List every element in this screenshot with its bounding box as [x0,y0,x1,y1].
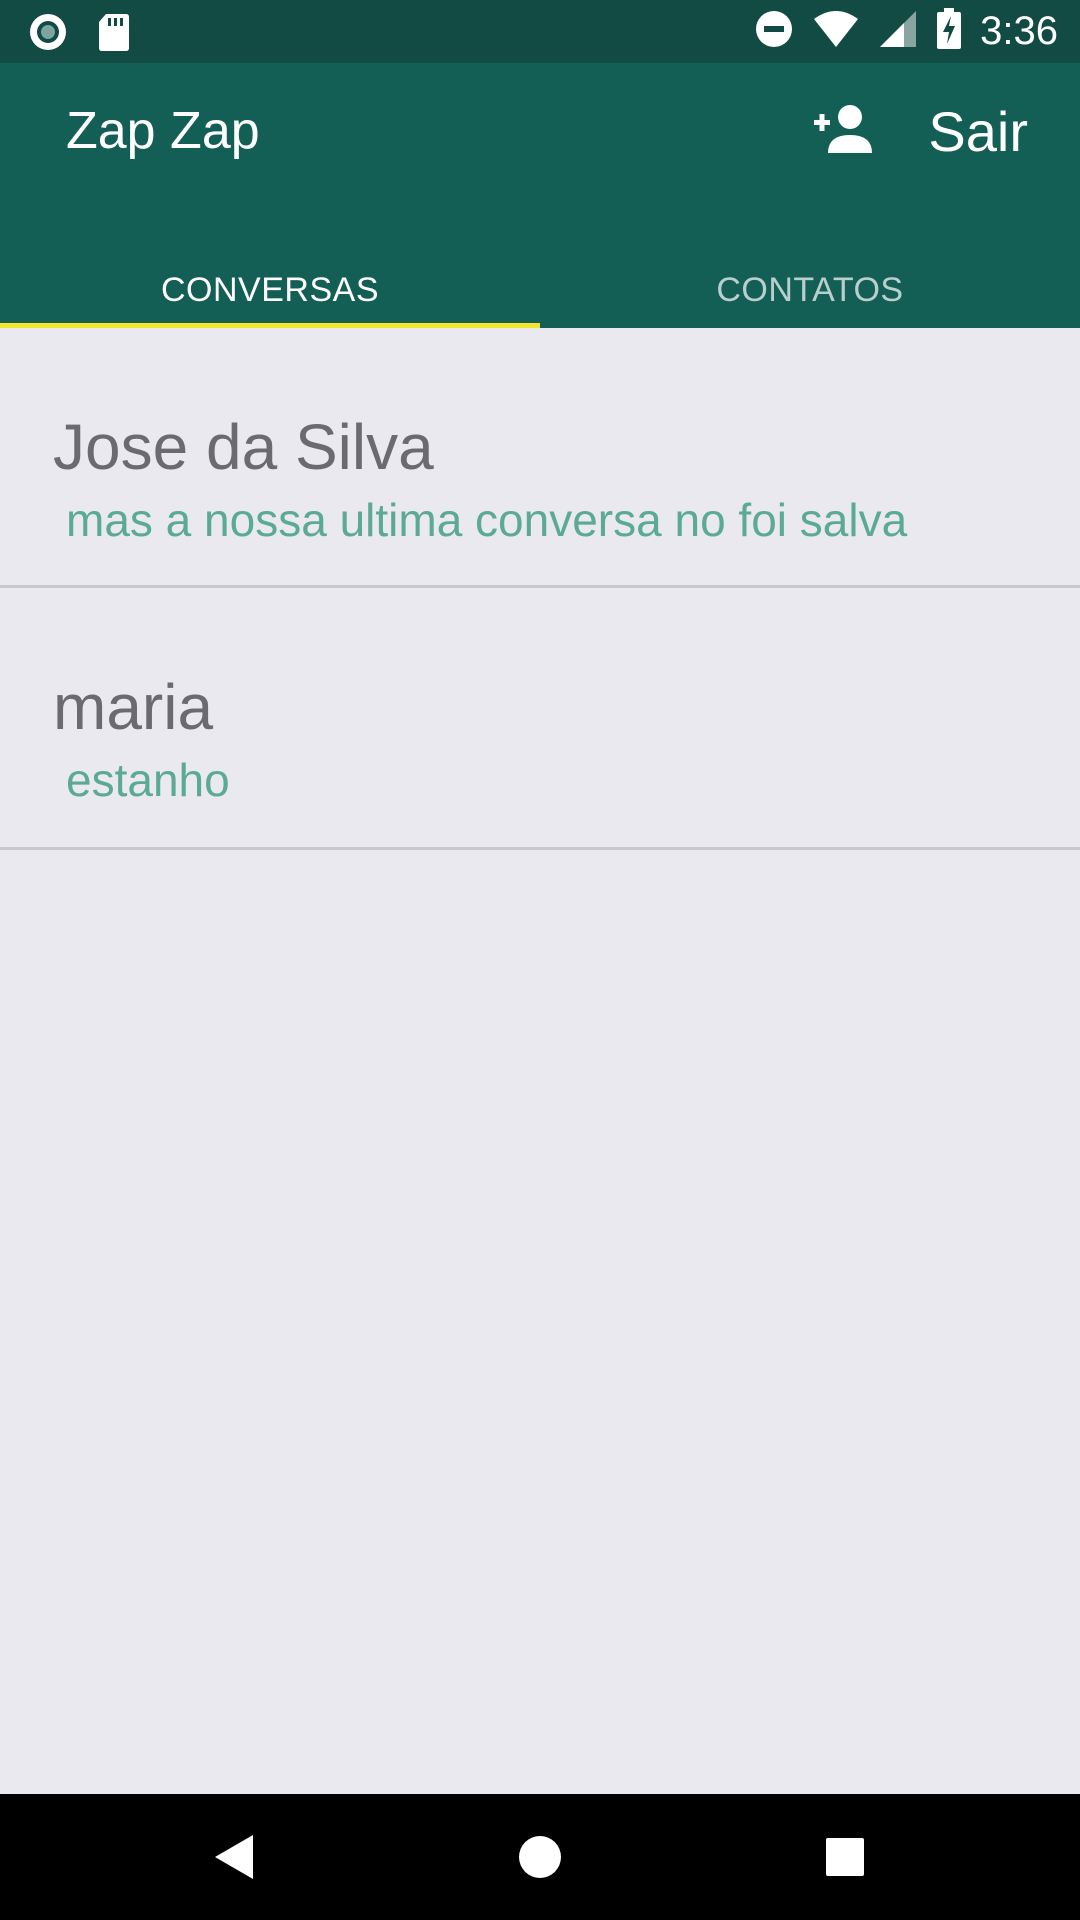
recents-icon[interactable] [805,1794,885,1920]
list-item[interactable]: Jose da Silva mas a nossa ultima convers… [0,328,1080,588]
battery-charging-icon [936,8,962,55]
clock: 3:36 [980,9,1058,53]
home-icon[interactable] [500,1794,580,1920]
tab-bar: CONVERSAS CONTATOS [0,263,1080,328]
last-message: estanho [66,754,230,806]
status-bar: 3:36 [0,0,1080,63]
sair-button[interactable]: Sair [928,99,1028,164]
tab-contatos[interactable]: CONTATOS [540,263,1080,328]
record-icon [28,12,68,57]
contact-name: maria [53,671,214,743]
conversation-list: Jose da Silva mas a nossa ultima convers… [0,328,1080,850]
person-add-icon[interactable] [812,103,874,160]
sd-card-icon [98,12,130,57]
wifi-icon [812,9,860,54]
app-bar: Zap Zap Sair CONVERSAS CONTATOS [0,63,1080,328]
tab-conversas[interactable]: CONVERSAS [0,263,540,328]
list-item[interactable]: maria estanho [0,588,1080,850]
navigation-bar [0,1794,1080,1920]
last-message: mas a nossa ultima conversa no foi salva [66,494,908,546]
app-title: Zap Zap [66,102,260,160]
back-icon[interactable] [200,1794,270,1920]
cell-signal-icon [878,9,918,54]
do-not-disturb-icon [754,9,794,54]
contact-name: Jose da Silva [53,411,434,483]
